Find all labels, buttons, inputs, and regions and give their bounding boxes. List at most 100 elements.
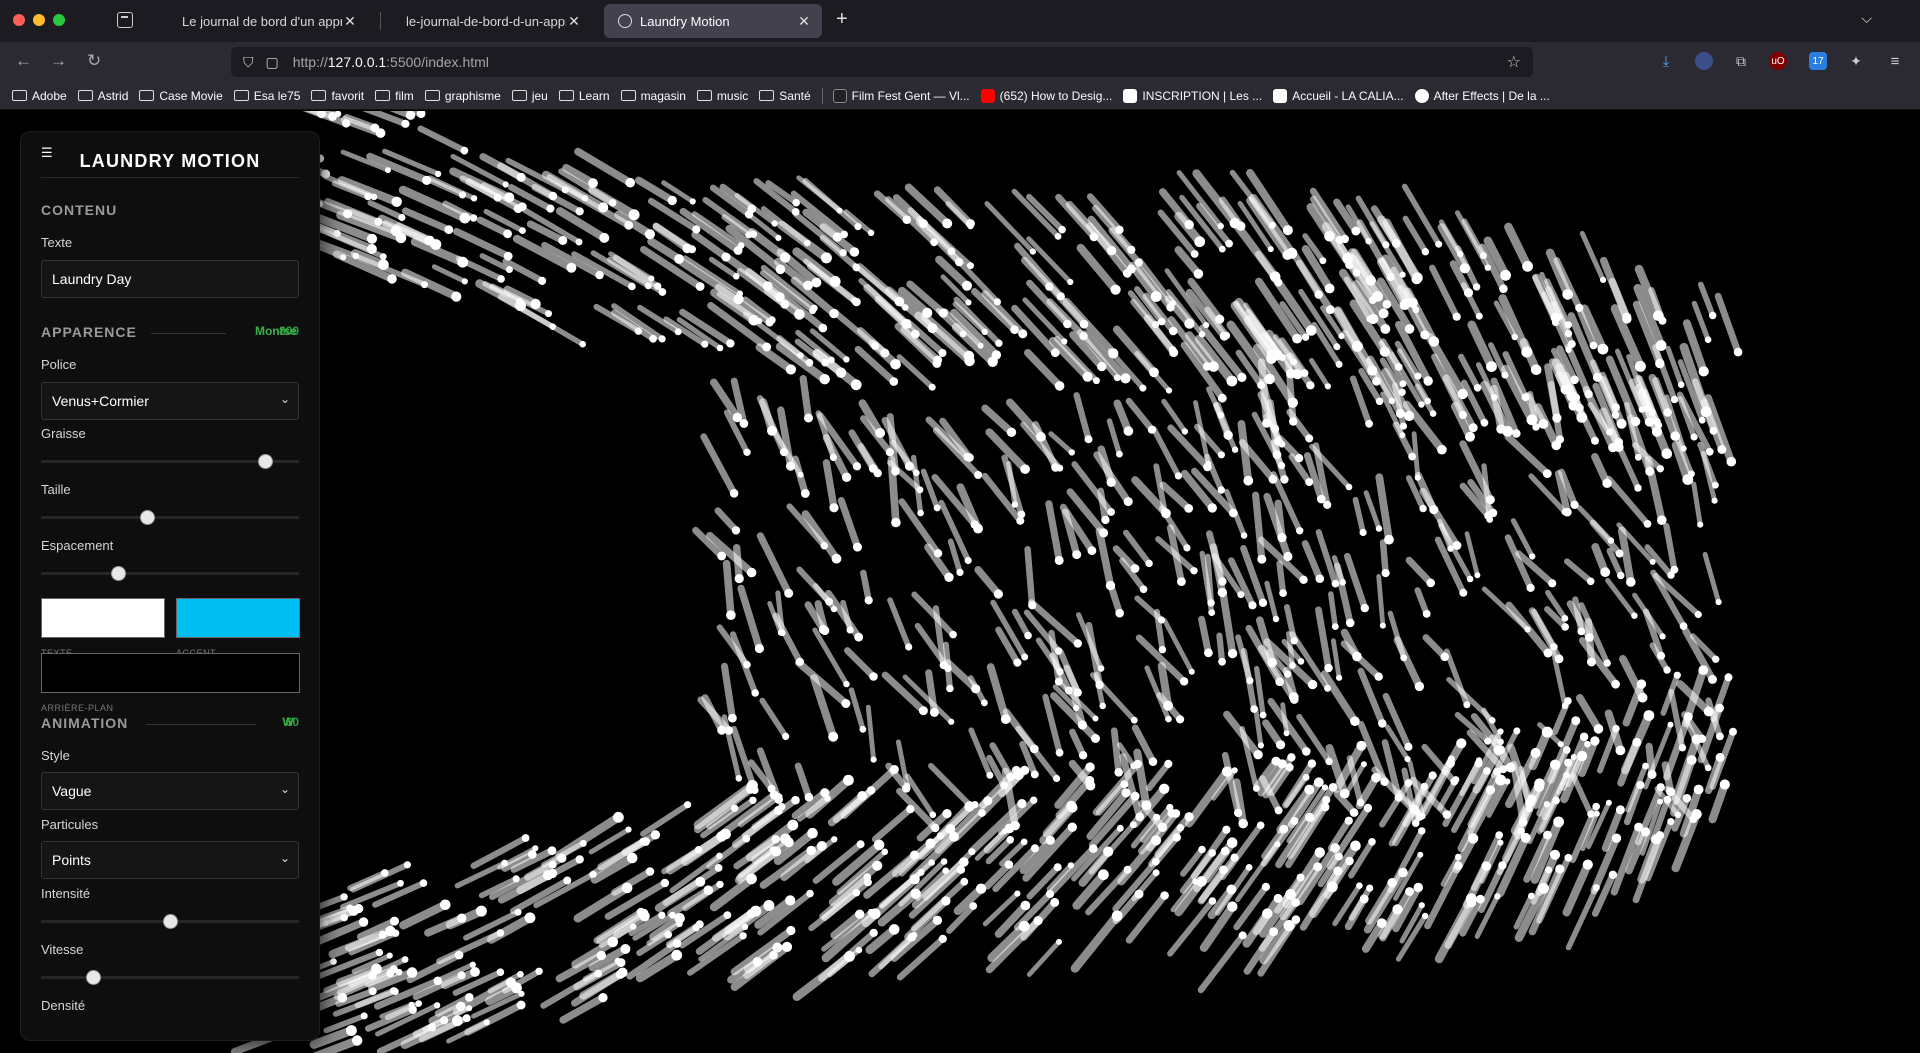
particle-dot: [1253, 785, 1260, 792]
particle-dot: [737, 242, 745, 249]
particle-dot: [1643, 520, 1652, 528]
particle-dot: [1296, 527, 1304, 535]
slider-thumb[interactable]: [163, 914, 178, 929]
particules-select[interactable]: Points ⌄: [41, 841, 299, 879]
close-tab-icon[interactable]: ✕: [566, 13, 582, 30]
bookmark-folder[interactable]: Astrid: [77, 89, 128, 103]
bookmark-folder[interactable]: music: [696, 89, 748, 103]
minimize-window-button[interactable]: [33, 14, 45, 26]
particle-dot: [1408, 452, 1417, 461]
bookmark-folder[interactable]: Case Movie: [139, 89, 223, 103]
particle-streak: [887, 597, 912, 650]
slider-thumb[interactable]: [111, 566, 127, 581]
particle-streak: [942, 641, 953, 692]
bookmark-folder[interactable]: favorit: [311, 89, 364, 103]
bookmark-star-icon[interactable]: ☆: [1507, 52, 1521, 72]
style-select[interactable]: Vague ⌄: [41, 772, 299, 810]
url-text[interactable]: http://127.0.0.1:5500/index.html: [293, 54, 489, 70]
particle-dot: [613, 811, 624, 823]
texte-input[interactable]: Laundry Day: [41, 260, 299, 298]
app-menu-icon[interactable]: ≡: [1886, 52, 1904, 70]
close-window-button[interactable]: [13, 14, 25, 26]
tab-laundry-motion[interactable]: Laundry Motion ✕: [604, 4, 822, 38]
slider-thumb[interactable]: [85, 970, 101, 985]
particle-streak: [1663, 522, 1678, 573]
bookmark-link[interactable]: (652) How to Desig...: [980, 88, 1112, 103]
particle-dot: [1463, 288, 1474, 298]
particle-dot: [644, 282, 652, 290]
particle-dot: [781, 941, 793, 953]
bookmark-folder[interactable]: Learn: [558, 89, 610, 103]
tab-journal-2[interactable]: le-journal-de-bord-d-un-apprenti ✕: [392, 4, 592, 38]
particle-dot: [1089, 232, 1099, 242]
forward-icon[interactable]: →: [50, 51, 67, 71]
ublock-icon[interactable]: uO: [1769, 52, 1787, 70]
vitesse-slider[interactable]: [41, 970, 299, 985]
calendar-icon[interactable]: 17: [1809, 52, 1827, 70]
particle-dot: [1592, 884, 1600, 892]
extensions-icon[interactable]: ⧉: [1732, 52, 1750, 70]
reload-icon[interactable]: ↻: [87, 51, 101, 71]
bookmark-folder[interactable]: film: [375, 89, 414, 103]
texte-color-swatch[interactable]: [41, 598, 165, 638]
bookmark-link[interactable]: INSCRIPTION | Les ...: [1123, 88, 1262, 103]
espacement-slider[interactable]: [41, 566, 299, 581]
account-icon[interactable]: [1695, 52, 1713, 70]
particle-dot: [829, 308, 839, 319]
bookmark-link[interactable]: Accueil - LA CALIA...: [1273, 88, 1404, 103]
list-all-tabs-icon[interactable]: ⌵: [1861, 10, 1872, 27]
downloads-icon[interactable]: ⤓: [1657, 52, 1675, 70]
bookmark-folder[interactable]: jeu: [511, 89, 548, 103]
graisse-slider[interactable]: [41, 454, 299, 469]
particle-dot: [1661, 448, 1673, 460]
close-tab-icon[interactable]: ✕: [796, 13, 812, 30]
bookmark-folder[interactable]: graphisme: [424, 89, 501, 103]
bookmark-link[interactable]: Film Fest Gent — Vl...: [832, 88, 970, 103]
particle-dot: [1726, 456, 1737, 467]
background-color-swatch[interactable]: [41, 653, 300, 693]
accent-color-swatch[interactable]: [176, 598, 300, 638]
url-bar[interactable]: ⛉ ▢ http://127.0.0.1:5500/index.html ☆: [231, 47, 1533, 77]
particle-dot: [1331, 623, 1339, 630]
tab-overview-icon[interactable]: [117, 12, 133, 28]
taille-slider[interactable]: [41, 510, 299, 525]
particle-dot: [806, 889, 814, 898]
particle-dot: [385, 167, 391, 174]
particle-dot: [1634, 484, 1642, 492]
new-tab-icon[interactable]: +: [836, 8, 848, 31]
particle-dot: [608, 199, 617, 207]
particle-dot: [733, 273, 740, 280]
bookmark-folder[interactable]: magasin: [620, 89, 686, 103]
puzzle-icon[interactable]: ✦: [1847, 52, 1865, 70]
back-icon[interactable]: ←: [15, 51, 32, 71]
particle-dot: [1335, 360, 1343, 368]
maximize-window-button[interactable]: [53, 14, 65, 26]
particle-dot: [695, 282, 705, 291]
page-icon: ▢: [265, 53, 279, 70]
particle-dot: [1120, 373, 1131, 384]
tab-journal-1[interactable]: Le journal de bord d'un apprenti ✕: [168, 4, 368, 38]
shield-icon[interactable]: ⛉: [243, 54, 254, 71]
particle-dot: [1268, 474, 1278, 484]
particle-dot: [1306, 381, 1315, 390]
police-select[interactable]: Venus+Cormier ⌄: [41, 382, 299, 420]
bookmark-folder[interactable]: Santé: [759, 89, 811, 103]
slider-thumb[interactable]: [139, 510, 155, 525]
particle-dot: [1053, 774, 1061, 783]
particle-dot: [1414, 474, 1421, 481]
close-tab-icon[interactable]: ✕: [342, 13, 358, 30]
bookmark-folder[interactable]: Esa le75: [233, 89, 300, 103]
particle-dot: [1331, 579, 1340, 588]
particle-dot: [780, 252, 791, 263]
bookmark-link[interactable]: After Effects | De la ...: [1414, 88, 1550, 103]
slider-thumb[interactable]: [258, 454, 274, 469]
particle-dot: [1161, 510, 1169, 518]
particle-streak: [968, 727, 993, 779]
particle-dot: [416, 111, 426, 118]
particle-dot: [1486, 361, 1497, 372]
particle-dot: [1339, 788, 1350, 799]
intensite-slider[interactable]: [41, 914, 299, 929]
particle-dot: [561, 186, 569, 194]
bookmark-folder[interactable]: Adobe: [12, 89, 67, 103]
particle-dot: [1231, 767, 1238, 774]
